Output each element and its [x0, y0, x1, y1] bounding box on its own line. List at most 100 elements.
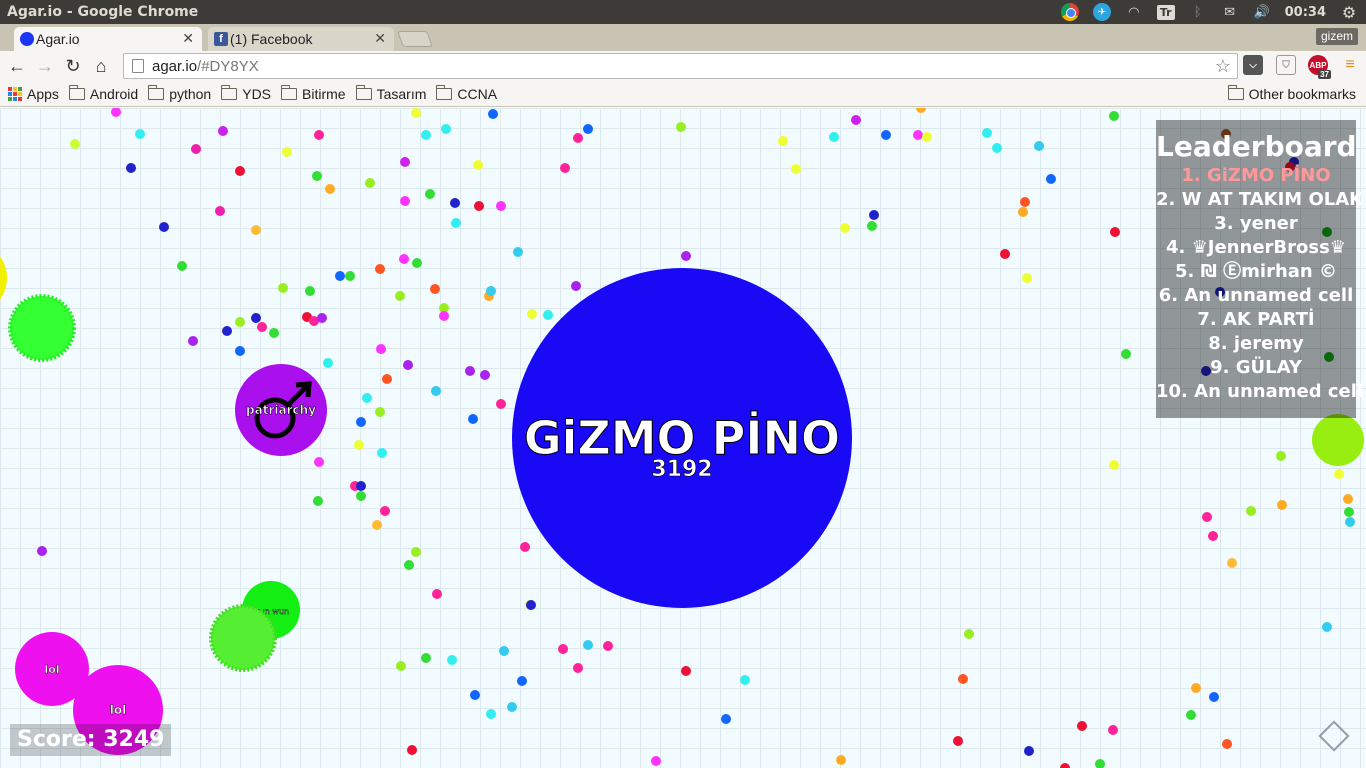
cell-name: lol — [44, 663, 59, 676]
food-pellet — [251, 313, 261, 323]
gear-icon[interactable]: ⚙ — [1340, 3, 1358, 22]
reload-button[interactable]: ↻ — [59, 53, 87, 81]
food-pellet — [499, 646, 509, 656]
adblock-plus-icon[interactable]: ABP 37 — [1308, 55, 1331, 79]
food-pellet — [603, 641, 613, 651]
food-pellet — [399, 254, 409, 264]
food-pellet — [791, 164, 801, 174]
bluetooth-icon[interactable]: ᛒ — [1189, 3, 1207, 21]
food-pellet — [317, 313, 327, 323]
food-pellet — [235, 166, 245, 176]
food-pellet — [583, 124, 593, 134]
food-pellet — [126, 163, 136, 173]
leaderboard-entry: 1. GiZMO PİNO — [1181, 165, 1331, 186]
bookmark-folder-ccna[interactable]: CCNA — [436, 85, 498, 102]
food-pellet — [1095, 759, 1105, 768]
food-pellet — [480, 370, 490, 380]
back-button[interactable]: ← — [3, 53, 31, 81]
tab-label: (1) Facebook — [230, 31, 313, 47]
food-pellet — [111, 108, 121, 117]
bookmark-label: CCNA — [457, 86, 498, 102]
profile-button[interactable]: gizem — [1315, 28, 1358, 45]
new-tab-button[interactable] — [397, 31, 433, 47]
bookmark-folder-tasarim[interactable]: Tasarım — [355, 85, 426, 102]
folder-icon — [148, 85, 165, 100]
food-pellet — [573, 663, 583, 673]
food-pellet — [376, 344, 386, 354]
food-pellet — [964, 629, 974, 639]
bookmark-star-icon[interactable]: ☆ — [1215, 56, 1231, 77]
shield-icon[interactable]: ⛉ — [1276, 55, 1296, 75]
food-pellet — [681, 666, 691, 676]
score-display: Score: 3249 — [10, 724, 172, 756]
food-pellet — [922, 132, 932, 142]
food-pellet — [740, 675, 750, 685]
folder-icon — [1227, 85, 1244, 100]
food-pellet — [953, 736, 963, 746]
food-pellet — [375, 264, 385, 274]
leaderboard-title: Leaderboard — [1156, 130, 1357, 163]
chrome-icon[interactable] — [1060, 3, 1079, 21]
leaderboard-entry: 7. AK PARTİ — [1197, 309, 1315, 330]
bookmark-folder-bitirme[interactable]: Bitirme — [281, 85, 346, 102]
bookmark-label: Bitirme — [302, 86, 346, 102]
food-pellet — [251, 225, 261, 235]
food-pellet — [269, 328, 279, 338]
food-pellet — [881, 130, 891, 140]
game-canvas[interactable]: patriarchy wun wun lol lol GiZMO PİNO 31… — [0, 108, 1366, 768]
clock[interactable]: 00:34 — [1285, 5, 1326, 20]
mail-icon[interactable]: ✉ — [1221, 3, 1239, 21]
settings-corner-icon[interactable] — [1318, 720, 1350, 752]
food-pellet — [362, 393, 372, 403]
bookmark-other-bookmarks[interactable]: Other bookmarks — [1227, 85, 1356, 102]
wifi-icon[interactable]: ◠ — [1125, 3, 1143, 21]
food-pellet — [372, 520, 382, 530]
food-pellet — [441, 124, 451, 134]
food-pellet — [432, 589, 442, 599]
food-pellet — [486, 709, 496, 719]
address-bar[interactable]: agar.io/#DY8YX ☆ — [123, 53, 1238, 79]
tab-agario[interactable]: Agar.io ✕ — [14, 27, 202, 51]
food-pellet — [520, 542, 530, 552]
forward-button[interactable]: → — [31, 53, 59, 81]
food-pellet — [1344, 507, 1354, 517]
food-pellet — [681, 251, 691, 261]
bookmark-apps[interactable]: Apps — [0, 86, 59, 102]
food-pellet — [305, 286, 315, 296]
telegram-icon[interactable]: ✈ — [1092, 3, 1111, 21]
food-pellet — [135, 129, 145, 139]
menu-icon[interactable]: ≡ — [1340, 55, 1360, 75]
keyboard-layout-indicator[interactable]: Tr — [1156, 4, 1175, 20]
food-pellet — [365, 178, 375, 188]
food-pellet — [1322, 622, 1332, 632]
food-pellet — [191, 144, 201, 154]
close-tab-icon[interactable]: ✕ — [182, 30, 194, 47]
bookmark-folder-python[interactable]: python — [148, 85, 211, 102]
food-pellet — [496, 201, 506, 211]
food-pellet — [356, 491, 366, 501]
food-pellet — [325, 184, 335, 194]
bookmark-folder-yds[interactable]: YDS — [221, 85, 271, 102]
home-button[interactable]: ⌂ — [87, 53, 115, 81]
food-pellet — [982, 128, 992, 138]
food-pellet — [222, 326, 232, 336]
food-pellet — [651, 756, 661, 766]
food-pellet — [404, 560, 414, 570]
volume-icon[interactable]: 🔊 — [1253, 3, 1271, 21]
food-pellet — [188, 336, 198, 346]
bookmark-folder-android[interactable]: Android — [68, 85, 138, 102]
food-pellet — [1343, 494, 1353, 504]
food-pellet — [450, 198, 460, 208]
pocket-icon[interactable]: ⌵ — [1243, 55, 1263, 75]
food-pellet — [411, 108, 421, 118]
tab-strip: Agar.io ✕ f (1) Facebook ✕ gizem — [0, 24, 1366, 51]
food-pellet — [235, 346, 245, 356]
close-tab-icon[interactable]: ✕ — [374, 30, 386, 47]
tab-facebook[interactable]: f (1) Facebook ✕ — [208, 27, 394, 51]
food-pellet — [375, 407, 385, 417]
food-pellet — [778, 136, 788, 146]
food-pellet — [573, 133, 583, 143]
food-pellet — [676, 122, 686, 132]
food-pellet — [486, 286, 496, 296]
food-pellet — [992, 143, 1002, 153]
